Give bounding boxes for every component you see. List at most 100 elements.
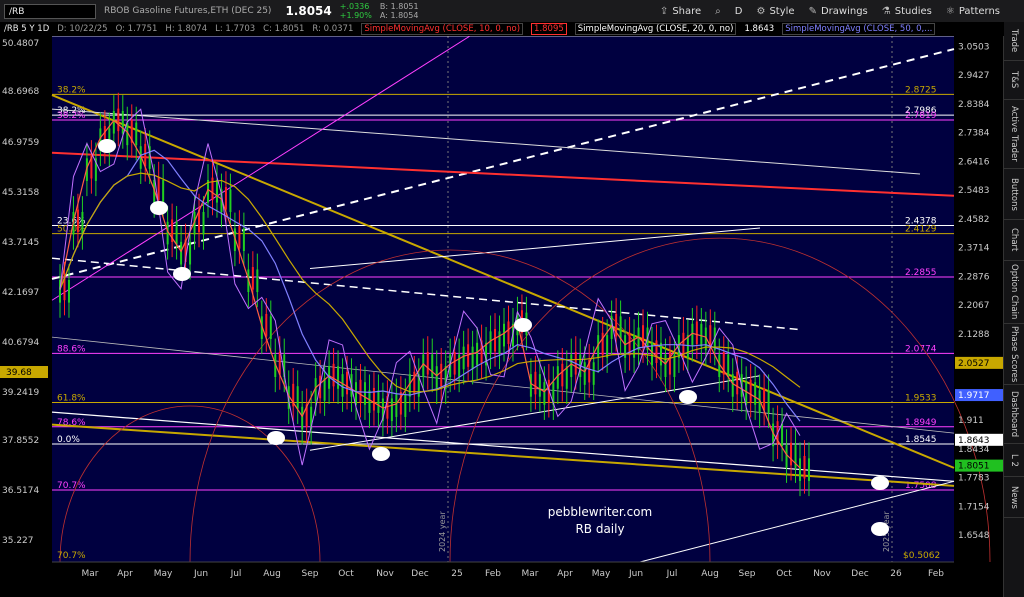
candle-body bbox=[507, 321, 510, 344]
change-abs: +.0336 bbox=[339, 2, 370, 11]
sma50-label[interactable]: SimpleMovingAvg (CLOSE, 50, 0,... bbox=[782, 23, 936, 35]
x-tick-label: Feb bbox=[485, 569, 501, 579]
candle-body bbox=[642, 325, 645, 348]
style-button[interactable]: ⚙ Style bbox=[756, 6, 794, 17]
ohlc-date: D: 10/22/25 bbox=[57, 24, 108, 34]
candle-body bbox=[359, 379, 362, 403]
drawings-label: Drawings bbox=[820, 5, 868, 17]
candle-body bbox=[341, 374, 344, 397]
sidebar-tab-phase-scores[interactable]: Phase Scores bbox=[1004, 324, 1024, 385]
right-sidebar: Trade T&S Active Trader Buttons Chart Option … bbox=[1003, 22, 1024, 597]
fib-pct-label: 0.0% bbox=[57, 435, 80, 445]
candle-body bbox=[736, 371, 739, 395]
candle-body bbox=[664, 354, 667, 378]
candle-body bbox=[435, 366, 438, 389]
fib-price-label: 1.8545 bbox=[905, 435, 937, 445]
sidebar-tab-l-2[interactable]: L 2 bbox=[1004, 444, 1024, 477]
candle-body bbox=[431, 354, 434, 378]
candle-body bbox=[799, 458, 801, 481]
price-chart[interactable]: 2024 year2025 year100.0%3.090338.2%2.872… bbox=[0, 36, 1004, 597]
sidebar-tab-trade[interactable]: Trade bbox=[1004, 22, 1024, 61]
price-tag-label: 1.8643 bbox=[958, 436, 990, 446]
candle-body bbox=[538, 374, 541, 397]
x-tick-label: May bbox=[592, 569, 611, 579]
sidebar-tab-option-chain[interactable]: Option Chain bbox=[1004, 261, 1024, 324]
candle-body bbox=[556, 366, 559, 389]
sidebar-tab-t-s[interactable]: T&S bbox=[1004, 61, 1024, 100]
right-tick-label: 2.7384 bbox=[958, 129, 990, 139]
sidebar-tab-dashboard[interactable]: Dashboard bbox=[1004, 385, 1024, 444]
candle-body bbox=[332, 363, 335, 387]
right-tick-label: 2.9427 bbox=[958, 71, 990, 81]
left-tick-label: 50.4807 bbox=[2, 39, 39, 49]
fib-price-label: 2.8725 bbox=[905, 85, 937, 95]
candle-body bbox=[363, 382, 366, 405]
patterns-button[interactable]: ⚛ Patterns bbox=[946, 6, 1000, 17]
x-tick-label: Dec bbox=[411, 569, 428, 579]
quick-search-button[interactable]: ⌕ bbox=[715, 6, 721, 17]
right-tick-label: 1.7154 bbox=[958, 502, 990, 512]
price-tag-label: 1.8051 bbox=[958, 462, 990, 472]
sidebar-tab-chart[interactable]: Chart bbox=[1004, 220, 1024, 261]
fib-pct-label: 38.2% bbox=[57, 85, 86, 95]
pivot-marker bbox=[679, 390, 697, 404]
drawings-button[interactable]: ✎ Drawings bbox=[809, 6, 868, 17]
candle-body bbox=[803, 455, 806, 479]
right-axis-strip bbox=[954, 36, 1004, 597]
year-label: 2024 year bbox=[438, 511, 447, 552]
candle-body bbox=[404, 394, 407, 417]
ohlc-range: R: 0.0371 bbox=[312, 24, 354, 34]
candle-body bbox=[731, 374, 734, 397]
style-label: Style bbox=[769, 5, 795, 17]
candle-body bbox=[296, 386, 299, 409]
left-tick-label: 43.7145 bbox=[2, 238, 39, 248]
symbol-input[interactable]: /RB bbox=[4, 3, 96, 19]
candle-body bbox=[471, 346, 474, 370]
watermark-text: pebblewriter.com bbox=[548, 505, 652, 519]
candle-body bbox=[619, 316, 622, 339]
candle-body bbox=[498, 331, 501, 354]
fib-pct-label: 70.7% bbox=[57, 481, 86, 491]
candle-body bbox=[337, 366, 340, 389]
x-tick-label: Jul bbox=[230, 569, 242, 579]
share-button[interactable]: ⇪ Share bbox=[660, 6, 701, 17]
candle-body bbox=[144, 143, 147, 167]
candle-body bbox=[323, 378, 326, 401]
pivot-marker bbox=[372, 447, 390, 461]
x-tick-label: Jun bbox=[193, 569, 208, 579]
right-tick-label: 2.4582 bbox=[958, 215, 990, 225]
left-tick-label: 48.6968 bbox=[2, 87, 39, 97]
candle-body bbox=[570, 354, 573, 378]
candle-body bbox=[390, 398, 393, 422]
candle-body bbox=[377, 390, 380, 413]
candle-body bbox=[790, 442, 793, 466]
sidebar-tab-news[interactable]: News bbox=[1004, 477, 1024, 518]
price-tag-label: 2.0527 bbox=[958, 359, 990, 369]
symbol-description: RBOB Gasoline Futures,ETH (DEC 25) bbox=[104, 6, 272, 16]
x-tick-label: Jun bbox=[628, 569, 643, 579]
sma20-label[interactable]: SimpleMovingAvg (CLOSE, 20, 0, no) bbox=[574, 23, 737, 35]
x-tick-label: Oct bbox=[338, 569, 354, 579]
candle-body bbox=[175, 221, 178, 245]
fib-price-label: 3.0903 bbox=[905, 36, 937, 37]
period-button[interactable]: D bbox=[735, 6, 743, 17]
studies-button[interactable]: ⚗ Studies bbox=[882, 6, 932, 17]
x-tick-label: 26 bbox=[890, 569, 902, 579]
candle-body bbox=[426, 352, 429, 375]
x-tick-label: Nov bbox=[813, 569, 831, 579]
sidebar-tab-active-trader[interactable]: Active Trader bbox=[1004, 100, 1024, 169]
ohlc-close: C: 1.8051 bbox=[263, 24, 305, 34]
candle-body bbox=[781, 423, 784, 447]
candle-body bbox=[637, 327, 640, 351]
sidebar-tab-buttons[interactable]: Buttons bbox=[1004, 169, 1024, 220]
left-tick-label: 46.9759 bbox=[2, 138, 39, 148]
candle-body bbox=[601, 332, 604, 356]
bottom-price-label: $0.5062 bbox=[903, 551, 940, 561]
share-icon: ⇪ bbox=[659, 5, 669, 17]
pivot-marker bbox=[173, 267, 191, 281]
right-tick-label: 3.0503 bbox=[958, 42, 990, 52]
x-tick-label: Nov bbox=[376, 569, 394, 579]
sma10-label[interactable]: SimpleMovingAvg (CLOSE, 10, 0, no) bbox=[361, 23, 524, 35]
candle-body bbox=[655, 340, 658, 363]
fib-pct-label: 88.6% bbox=[57, 344, 86, 354]
